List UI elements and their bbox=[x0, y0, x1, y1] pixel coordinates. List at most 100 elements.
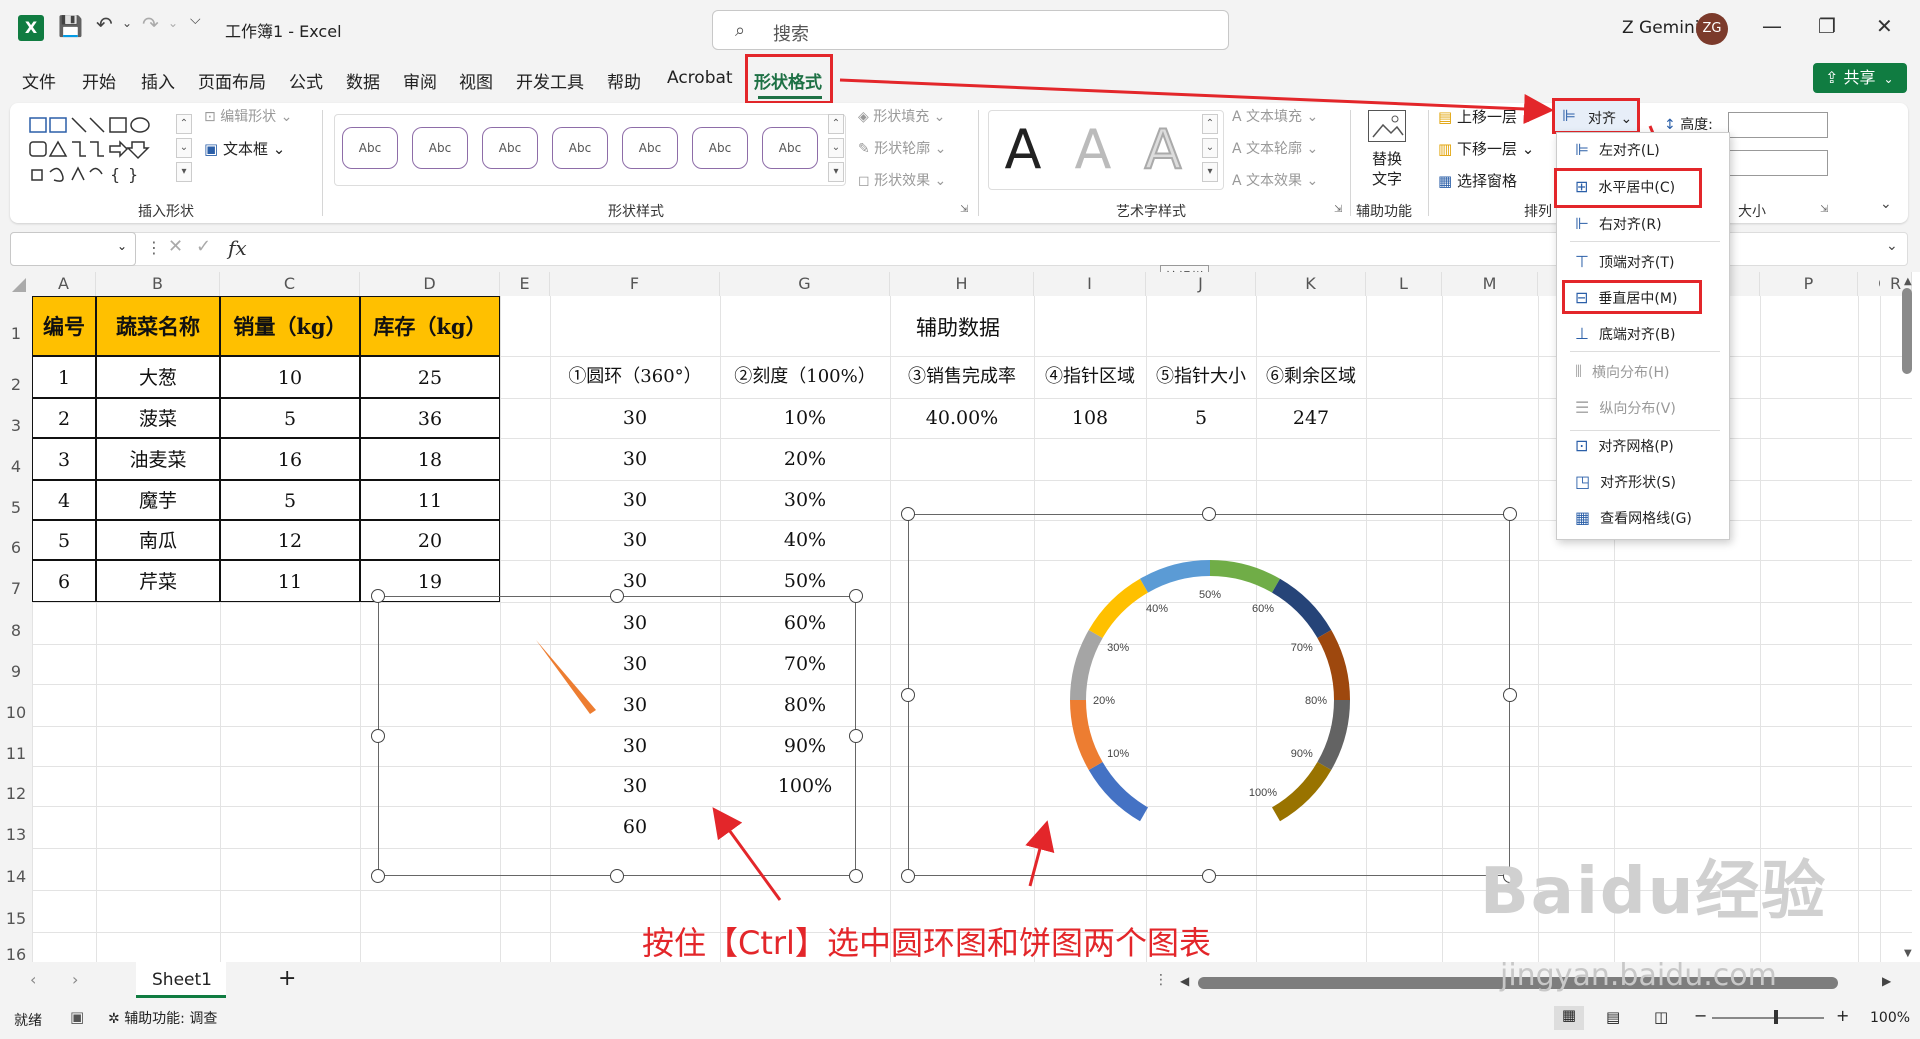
doughnut-chart[interactable]: 10% 20% 30% 40% 50% 60% 70% 80% 90% 100% bbox=[1060, 550, 1360, 850]
user-name[interactable]: Z Gemini bbox=[1622, 18, 1699, 38]
table-cell[interactable]: 18 bbox=[360, 438, 500, 480]
shape-style-tile[interactable]: Abc bbox=[762, 127, 818, 169]
save-icon[interactable]: 💾 bbox=[58, 14, 83, 38]
column-header[interactable]: H bbox=[890, 272, 1034, 296]
tab-help[interactable]: 帮助 bbox=[607, 68, 641, 93]
search-input[interactable]: ⌕ 搜索 bbox=[712, 10, 1229, 50]
resize-handle[interactable] bbox=[901, 869, 915, 883]
scroll-left-icon[interactable]: ◀ bbox=[1180, 974, 1189, 988]
scale-value-cell[interactable]: 20% bbox=[720, 438, 890, 480]
vertical-scrollbar-thumb[interactable] bbox=[1902, 288, 1912, 374]
row-header[interactable]: 10 bbox=[0, 684, 32, 726]
align-menu-item[interactable]: ⊩ 右对齐(R) bbox=[1575, 214, 1725, 234]
row-header[interactable]: 12 bbox=[0, 766, 32, 806]
align-menu-item[interactable]: ⊤ 顶端对齐(T) bbox=[1575, 252, 1725, 272]
text-outline-button[interactable]: A 文本轮廓 ⌄ bbox=[1232, 138, 1318, 158]
table-header-cell[interactable]: 蔬菜名称 bbox=[96, 296, 220, 356]
wordart-style-tile[interactable]: A bbox=[1132, 118, 1194, 182]
column-header[interactable]: D bbox=[360, 272, 500, 296]
table-cell[interactable]: 大葱 bbox=[96, 356, 220, 398]
page-break-view-icon[interactable]: ◫ bbox=[1654, 1008, 1668, 1026]
tab-developer[interactable]: 开发工具 bbox=[516, 68, 584, 93]
ring-segment[interactable] bbox=[1070, 700, 1103, 770]
selection-pane-button[interactable]: ▦ 选择窗格 bbox=[1438, 170, 1517, 191]
aux-header-cell[interactable]: ①圆环（360°） bbox=[550, 356, 720, 398]
tab-shape-format[interactable]: 形状格式 bbox=[754, 68, 822, 93]
table-cell[interactable]: 魔芋 bbox=[96, 480, 220, 520]
aux-cell[interactable]: 5 bbox=[1146, 398, 1256, 438]
text-fill-button[interactable]: A 文本填充 ⌄ bbox=[1232, 106, 1318, 126]
page-layout-view-icon[interactable]: ▤ bbox=[1606, 1008, 1620, 1026]
resize-handle[interactable] bbox=[849, 589, 863, 603]
row-header[interactable]: 16 bbox=[0, 932, 32, 964]
column-header[interactable]: P bbox=[1760, 272, 1858, 296]
row-header[interactable]: 11 bbox=[0, 726, 32, 766]
align-menu-item[interactable]: ▦ 查看网格线(G) bbox=[1575, 508, 1725, 528]
column-header[interactable]: E bbox=[500, 272, 550, 296]
pointer-slice[interactable] bbox=[530, 636, 610, 716]
ring-segment[interactable] bbox=[1272, 578, 1332, 638]
aux-header-cell[interactable]: ⑤指针大小 bbox=[1146, 356, 1256, 398]
redo-dropdown-icon[interactable]: ⌄ bbox=[168, 16, 178, 30]
ring-segment[interactable] bbox=[1088, 762, 1148, 822]
align-menu-item[interactable]: ⊡ 对齐网格(P) bbox=[1575, 436, 1725, 456]
aux-cell[interactable]: 247 bbox=[1256, 398, 1366, 438]
row-header[interactable]: 2 bbox=[0, 356, 32, 398]
normal-view-icon[interactable]: ▦ bbox=[1554, 1006, 1584, 1030]
row-header[interactable]: 3 bbox=[0, 398, 32, 438]
table-cell[interactable]: 25 bbox=[360, 356, 500, 398]
macro-record-icon[interactable]: ▣ bbox=[70, 1008, 84, 1026]
aux-cell[interactable]: 108 bbox=[1034, 398, 1146, 438]
row-header[interactable]: 13 bbox=[0, 806, 32, 848]
column-header[interactable]: A bbox=[32, 272, 96, 296]
table-header-cell[interactable]: 销量（kg） bbox=[220, 296, 360, 356]
resize-handle[interactable] bbox=[1503, 507, 1517, 521]
resize-handle[interactable] bbox=[371, 869, 385, 883]
ring-segment[interactable] bbox=[1140, 560, 1210, 593]
resize-handle[interactable] bbox=[1202, 869, 1216, 883]
dialog-launcher-icon[interactable]: ⇲ bbox=[960, 204, 968, 215]
resize-handle[interactable] bbox=[371, 589, 385, 603]
collapse-ribbon-icon[interactable]: ⌄ bbox=[1880, 196, 1892, 212]
table-header-cell[interactable]: 库存（kg） bbox=[360, 296, 500, 356]
tab-review[interactable]: 审阅 bbox=[403, 68, 437, 93]
column-header[interactable]: G bbox=[720, 272, 890, 296]
more-options-icon[interactable]: ⋮ bbox=[1154, 972, 1168, 988]
scale-value-cell[interactable]: 30% bbox=[720, 480, 890, 520]
resize-handle[interactable] bbox=[371, 729, 385, 743]
align-menu-item[interactable]: ⊫ 左对齐(L) bbox=[1575, 140, 1725, 160]
dialog-launcher-icon[interactable]: ⇲ bbox=[1334, 204, 1342, 215]
edit-shape-button[interactable]: ⊡ 编辑形状 ⌄ bbox=[204, 106, 292, 126]
zoom-out-icon[interactable]: − bbox=[1694, 1006, 1707, 1025]
table-cell[interactable]: 36 bbox=[360, 398, 500, 438]
tab-formulas[interactable]: 公式 bbox=[289, 68, 323, 93]
tab-page-layout[interactable]: 页面布局 bbox=[198, 68, 266, 93]
undo-icon[interactable]: ↶ bbox=[96, 12, 113, 36]
width-input[interactable] bbox=[1728, 150, 1828, 176]
resize-handle[interactable] bbox=[849, 869, 863, 883]
share-button[interactable]: ⇪ 共享 ⌄ bbox=[1813, 63, 1907, 93]
wordart-style-tile[interactable]: A bbox=[992, 119, 1054, 181]
ring-value-cell[interactable]: 30 bbox=[550, 520, 720, 560]
table-cell[interactable]: 5 bbox=[32, 520, 96, 560]
shape-gallery-scroll-up-icon[interactable]: ⌃ bbox=[176, 114, 192, 134]
tab-view[interactable]: 视图 bbox=[459, 68, 493, 93]
scroll-up-icon[interactable]: ▲ bbox=[1904, 276, 1912, 287]
tab-data[interactable]: 数据 bbox=[346, 68, 380, 93]
chevron-down-icon[interactable]: ⌄ bbox=[117, 239, 127, 253]
table-cell[interactable]: 菠菜 bbox=[96, 398, 220, 438]
column-header[interactable]: L bbox=[1366, 272, 1442, 296]
wordart-scroll-up-icon[interactable]: ⌃ bbox=[1202, 114, 1218, 134]
row-header[interactable]: 14 bbox=[0, 848, 32, 890]
undo-dropdown-icon[interactable]: ⌄ bbox=[122, 16, 132, 30]
table-header-cell[interactable]: 编号 bbox=[32, 296, 96, 356]
shape-style-tile[interactable]: Abc bbox=[552, 127, 608, 169]
resize-handle[interactable] bbox=[849, 729, 863, 743]
tab-insert[interactable]: 插入 bbox=[141, 68, 175, 93]
shape-outline-button[interactable]: ✎ 形状轮廓 ⌄ bbox=[858, 138, 946, 158]
ring-segment[interactable] bbox=[1070, 630, 1103, 700]
row-header[interactable]: 9 bbox=[0, 644, 32, 684]
next-sheet-icon[interactable]: › bbox=[72, 970, 78, 989]
expand-formula-icon[interactable]: ⌄ bbox=[1886, 238, 1898, 254]
dialog-launcher-icon[interactable]: ⇲ bbox=[1820, 204, 1828, 215]
